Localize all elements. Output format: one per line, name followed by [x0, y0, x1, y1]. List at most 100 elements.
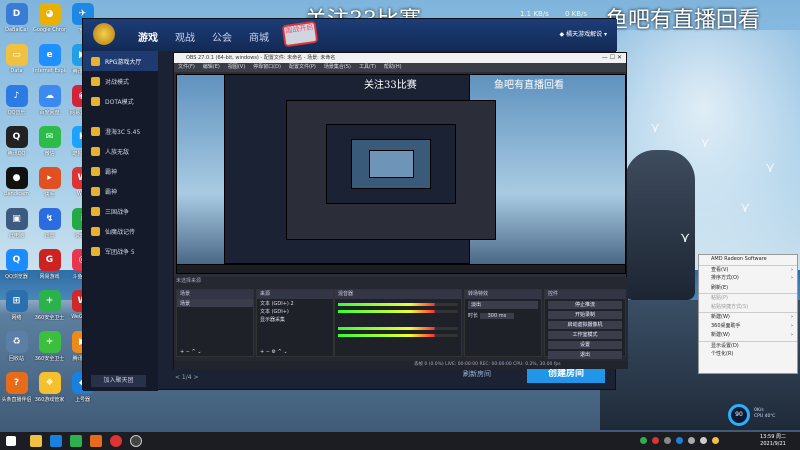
tray-icon[interactable]: [640, 437, 647, 444]
app-icon[interactable]: [70, 435, 82, 447]
obs-control-button[interactable]: 设置: [548, 341, 622, 349]
source-item[interactable]: 文本 (GDI+): [257, 307, 333, 315]
tab-game[interactable]: 游戏: [138, 29, 158, 44]
tab-store[interactable]: 商城: [249, 29, 269, 44]
desktop-icon[interactable]: e Internet Explorer: [33, 41, 66, 85]
obs-menu-item[interactable]: 帮助(H): [384, 64, 402, 70]
sidebar-item-label: 霸神: [105, 168, 118, 176]
obs-control-button[interactable]: 启动虚拟摄像机: [548, 321, 622, 329]
sidebar-item[interactable]: 霸神: [83, 161, 158, 181]
desktop-icon[interactable]: ▸ 快手: [33, 164, 66, 208]
context-menu-item[interactable]: 刷新(E): [699, 284, 797, 294]
context-menu-item[interactable]: 显示设置(D): [699, 340, 797, 351]
promo-stamp[interactable]: 国战开启: [281, 20, 319, 48]
taskbar-clock[interactable]: 13:59 周二 2021/9/21: [760, 434, 786, 448]
desktop-icon[interactable]: ◕ Google Chrome: [33, 0, 66, 44]
desktop-icon[interactable]: ⊞ 网络: [0, 287, 33, 331]
desktop-icon[interactable]: ↯ 迅雷: [33, 205, 66, 249]
duration-input[interactable]: 300 ms: [479, 313, 515, 319]
sidebar-item[interactable]: 军团战争 5: [83, 241, 158, 261]
refresh-rooms-link[interactable]: 刷新房间: [463, 369, 491, 379]
source-item[interactable]: 文本 (GDI+) 2: [257, 299, 333, 307]
sidebar-item[interactable]: RPG游戏大厅: [83, 51, 158, 71]
obs-menu-item[interactable]: 视图(V): [228, 64, 245, 70]
join-group-button[interactable]: 加入聚天团: [91, 375, 146, 387]
desktop-icon[interactable]: +360安全卫士: [33, 287, 66, 331]
desktop-icon[interactable]: ▭ Data: [0, 41, 33, 85]
transition-select[interactable]: 淡出: [468, 301, 538, 309]
window-controls-icon[interactable]: — ☐ ✕: [602, 53, 622, 63]
tab-guild[interactable]: 公会: [212, 29, 232, 44]
obs-menu-item[interactable]: 场景集合(S): [324, 64, 351, 70]
widget-line-2: CPU 40℃: [754, 414, 776, 419]
user-menu[interactable]: ◆ 橘天游戏解说 ▾: [560, 29, 607, 38]
desktop-icon[interactable]: D DaBaiCai: [0, 0, 33, 44]
desktop-icon[interactable]: Q 腾讯QQ: [0, 123, 33, 167]
obs-menu-item[interactable]: 停靠窗口(D): [253, 64, 281, 70]
duration-row: 时长 300 ms: [465, 311, 541, 319]
app-icon[interactable]: [90, 435, 102, 447]
context-menu-item[interactable]: 360桌面助手 ›: [699, 322, 797, 332]
context-menu-item[interactable]: 新建(W) ›: [699, 312, 797, 322]
sidebar-item[interactable]: 霸神: [83, 181, 158, 201]
desktop-app-icon: ?: [5, 372, 28, 394]
obs-preview[interactable]: 关注33比赛 鱼吧有直播回看: [176, 74, 626, 274]
source-controls-icon[interactable]: + − ⚙ ^ ⌄: [257, 348, 291, 356]
tray-icon[interactable]: [664, 437, 671, 444]
scene-controls-icon[interactable]: + − ^ ⌄: [177, 348, 205, 356]
desktop-icon[interactable]: ✉ 微信: [33, 123, 66, 167]
context-menu-item[interactable]: 新建(W) ›: [699, 331, 797, 341]
tray-icon[interactable]: [652, 437, 659, 444]
room-pager[interactable]: < 1/4 >: [175, 374, 199, 381]
desktop-icon[interactable]: +360安全卫士: [33, 328, 66, 372]
obs-control-button[interactable]: 停止推流: [548, 301, 622, 309]
sidebar-item[interactable]: 澄海3C 5.45: [83, 121, 158, 141]
seagull-icon: ⋎: [650, 120, 661, 136]
desktop-icon[interactable]: ▣ 此电脑: [0, 205, 33, 249]
desktop-icon[interactable]: ☁ 百度网盘: [33, 82, 66, 126]
desktop-icon[interactable]: ● Bandicam: [0, 164, 33, 208]
obs-taskbar-icon[interactable]: [130, 435, 142, 447]
context-menu-item[interactable]: 个性化(R): [699, 350, 797, 360]
file-explorer-icon[interactable]: [30, 435, 42, 447]
desktop-icon[interactable]: Q QQ浏览器: [0, 246, 33, 290]
browser-icon[interactable]: [50, 435, 62, 447]
speaker-icon[interactable]: [688, 437, 695, 444]
network-icon[interactable]: [700, 437, 707, 444]
desktop-icon-label: 网络: [11, 315, 22, 321]
context-menu-item[interactable]: 查看(V) ›: [699, 264, 797, 275]
scene-item[interactable]: 场景: [177, 299, 253, 307]
obs-control-button[interactable]: 退出: [548, 351, 622, 359]
sidebar-item[interactable]: 对战模式: [83, 71, 158, 91]
desktop-app-icon: ⊞: [5, 290, 28, 312]
desktop-icon-label: 腾讯QQ: [7, 151, 26, 157]
sidebar-item[interactable]: DOTA模式: [83, 91, 158, 111]
obs-menu-item[interactable]: 文件(F): [178, 64, 195, 70]
context-menu-item[interactable]: 排序方式(O) ›: [699, 274, 797, 284]
context-menu-item[interactable]: 粘贴(P): [699, 293, 797, 303]
context-menu-item[interactable]: AMD Radeon Software: [699, 255, 797, 265]
context-menu-item[interactable]: 粘贴快捷方式(S): [699, 303, 797, 313]
obs-menu-item[interactable]: 编辑(E): [203, 64, 220, 70]
tray-icon[interactable]: [676, 437, 683, 444]
desktop-app-icon: ♻: [5, 331, 28, 353]
sidebar-item[interactable]: 三国战争: [83, 201, 158, 221]
source-item[interactable]: 显示器采集: [257, 315, 333, 323]
desktop-icon[interactable]: ♪ QQ音乐: [0, 82, 33, 126]
sidebar-item[interactable]: 仙魔战记传: [83, 221, 158, 241]
obs-control-button[interactable]: 工作室模式: [548, 331, 622, 339]
app-icon[interactable]: [110, 435, 122, 447]
tab-spectate[interactable]: 观战: [175, 29, 195, 44]
start-icon[interactable]: [6, 436, 16, 446]
desktop-icon[interactable]: G 网易游戏: [33, 246, 66, 290]
desktop-icon[interactable]: ? 头条直播伴侣: [0, 369, 33, 413]
obs-control-button[interactable]: 开始录制: [548, 311, 622, 319]
tray-icon[interactable]: [712, 437, 719, 444]
desktop-icon[interactable]: ❖ 360游戏管家: [33, 369, 66, 413]
obs-menu-item[interactable]: 工具(T): [359, 64, 376, 70]
system-monitor-widget[interactable]: 90 0K/s CPU 40℃: [722, 404, 788, 426]
obs-menu-item[interactable]: 配置文件(P): [289, 64, 316, 70]
desktop-app-icon: e: [38, 44, 61, 66]
sidebar-item[interactable]: 人族无敌: [83, 141, 158, 161]
desktop-icon[interactable]: ♻ 回收站: [0, 328, 33, 372]
